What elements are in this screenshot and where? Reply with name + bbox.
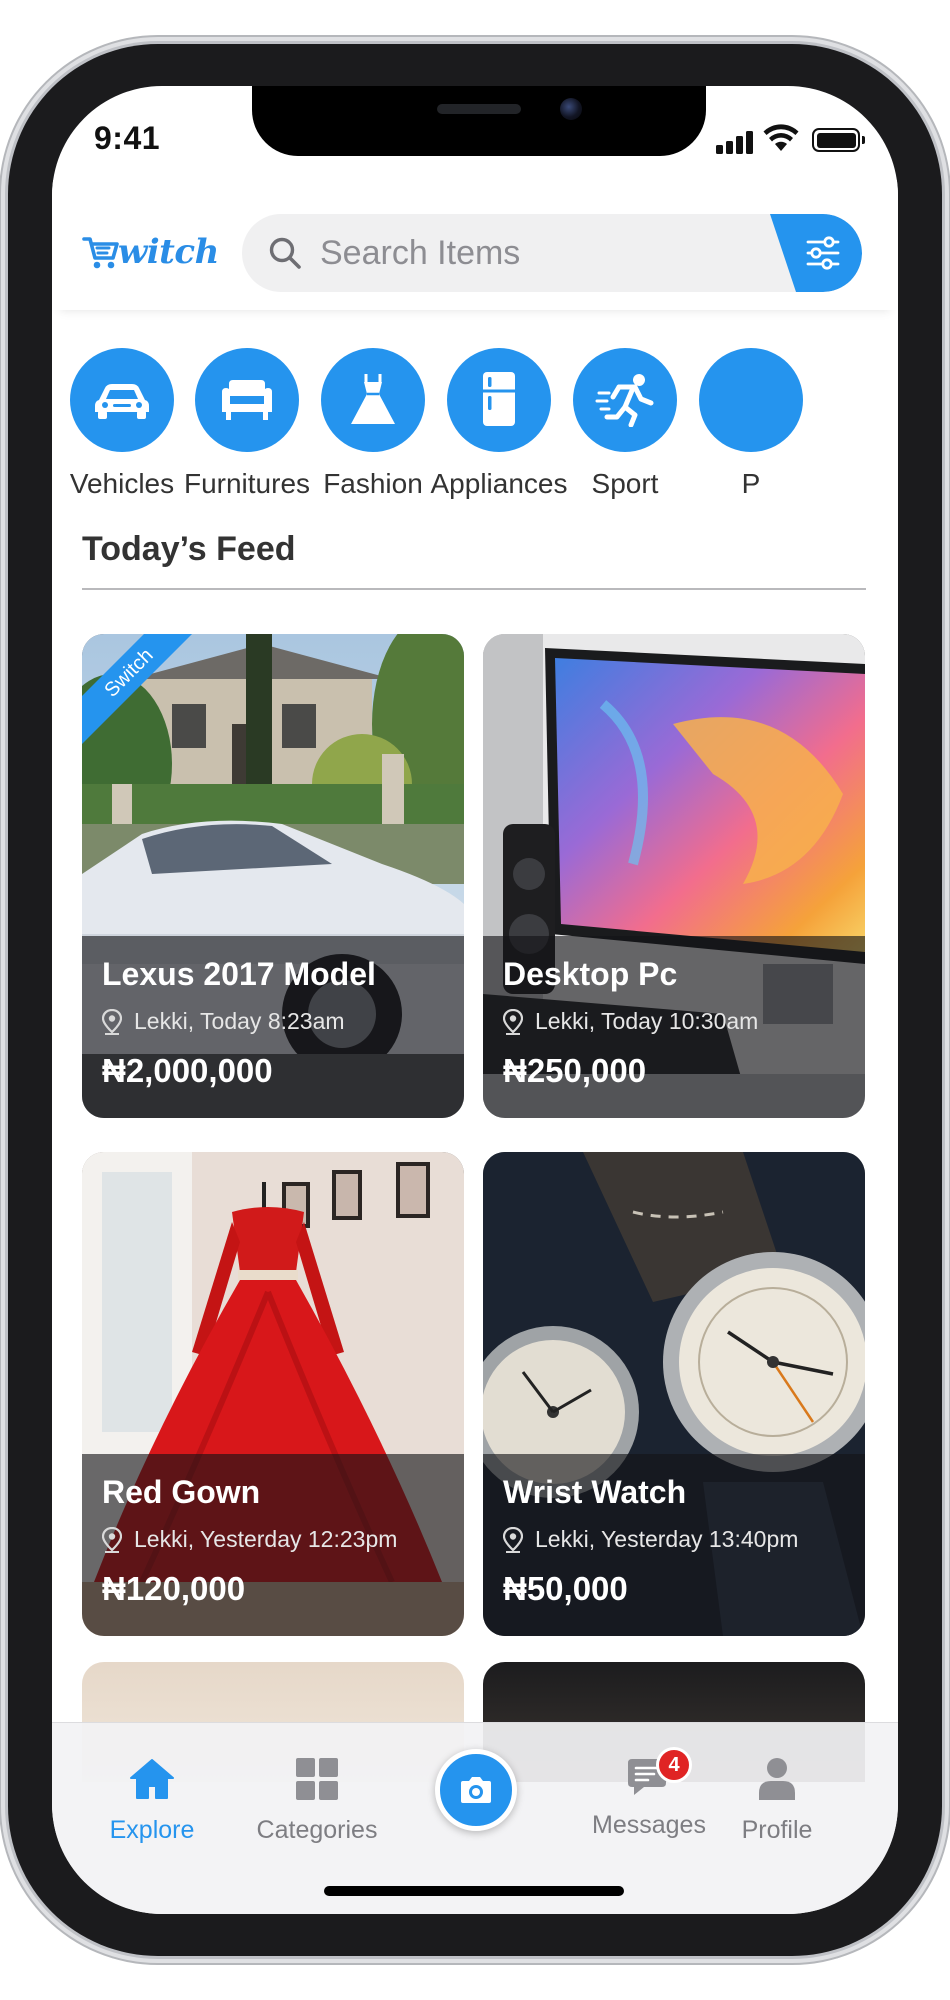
listing-card-wrist-watch[interactable]: Wrist Watch Lekki, Yesterday 13:40pm ₦50…	[483, 1152, 865, 1636]
tab-categories[interactable]: Categories	[242, 1757, 392, 1845]
unread-badge: 4	[656, 1747, 692, 1783]
camera-button[interactable]	[435, 1749, 517, 1831]
front-camera	[560, 98, 582, 120]
runner-icon	[573, 348, 677, 452]
cellular-signal-icon	[716, 130, 756, 154]
category-label: P	[741, 468, 761, 499]
dress-icon	[321, 348, 425, 452]
home-icon	[130, 1759, 174, 1799]
listing-price: ₦250,000	[503, 1052, 647, 1089]
location-pin-icon	[102, 1008, 122, 1035]
listing-location-text: Lekki, Today 10:30am	[535, 1008, 759, 1034]
app-header: witch	[52, 180, 898, 310]
user-icon	[759, 1758, 795, 1800]
listing-location: Lekki, Yesterday 12:23pm	[102, 1526, 397, 1553]
search-input[interactable]	[320, 214, 720, 292]
wifi-icon	[763, 124, 799, 157]
listing-card-red-gown[interactable]: Red Gown Lekki, Yesterday 12:23pm ₦120,0…	[82, 1152, 464, 1636]
listing-location-text: Lekki, Yesterday 13:40pm	[535, 1526, 799, 1552]
tab-label: Explore	[109, 1816, 195, 1844]
sliders-icon	[806, 236, 840, 270]
listing-title: Red Gown	[102, 1474, 261, 1510]
listing-title: Lexus 2017 Model	[102, 956, 376, 992]
tab-label: Profile	[741, 1816, 813, 1844]
listing-location-text: Lekki, Yesterday 12:23pm	[134, 1526, 398, 1552]
tab-explore[interactable]: Explore	[77, 1757, 227, 1845]
home-indicator[interactable]	[324, 1886, 624, 1896]
search-bar[interactable]	[242, 214, 862, 292]
partial-category-icon	[699, 348, 803, 452]
car-icon	[70, 348, 174, 452]
switch-logo[interactable]: witch	[82, 232, 219, 272]
listing-title: Wrist Watch	[503, 1474, 687, 1510]
listing-location-text: Lekki, Today 8:23am	[134, 1008, 345, 1034]
search-icon	[269, 237, 301, 269]
category-strip: Vehicles Furnitures Fashion Appliances S…	[52, 348, 898, 499]
location-pin-icon	[503, 1526, 523, 1553]
location-pin-icon	[503, 1008, 523, 1035]
grid-icon	[296, 1758, 338, 1800]
listing-location: Lekki, Yesterday 13:40pm	[503, 1526, 798, 1553]
filter-button[interactable]	[770, 214, 862, 292]
listing-title: Desktop Pc	[503, 956, 678, 992]
logo-text: witch	[118, 232, 219, 272]
listing-location: Lekki, Today 8:23am	[102, 1008, 345, 1035]
listing-price: ₦120,000	[102, 1570, 246, 1607]
notch	[252, 86, 706, 156]
camera-icon	[461, 1777, 491, 1803]
feed-divider	[82, 588, 866, 590]
category-partial[interactable]: P	[676, 348, 826, 500]
location-pin-icon	[102, 1526, 122, 1553]
phone-screen: 9:41 witch Search Items Vehicles Furnitu…	[52, 86, 898, 1914]
status-time: 9:41	[94, 120, 161, 156]
tab-profile[interactable]: Profile	[702, 1757, 852, 1845]
listing-card-lexus[interactable]: Switch Lexus 2017 Model Lekki, Today 8:2…	[82, 634, 464, 1118]
listing-price: ₦2,000,000	[102, 1052, 273, 1089]
battery-icon	[812, 128, 865, 152]
sofa-icon	[195, 348, 299, 452]
cart-icon	[82, 237, 119, 269]
listing-location: Lekki, Today 10:30am	[503, 1008, 758, 1035]
listing-price: ₦50,000	[503, 1570, 628, 1607]
feed-title: Today’s Feed	[82, 530, 296, 568]
listing-card-desktop[interactable]: Desktop Pc Lekki, Today 10:30am ₦250,000	[483, 634, 865, 1118]
fridge-icon	[447, 348, 551, 452]
tab-label: Categories	[256, 1816, 378, 1844]
earpiece-speaker	[437, 104, 521, 114]
